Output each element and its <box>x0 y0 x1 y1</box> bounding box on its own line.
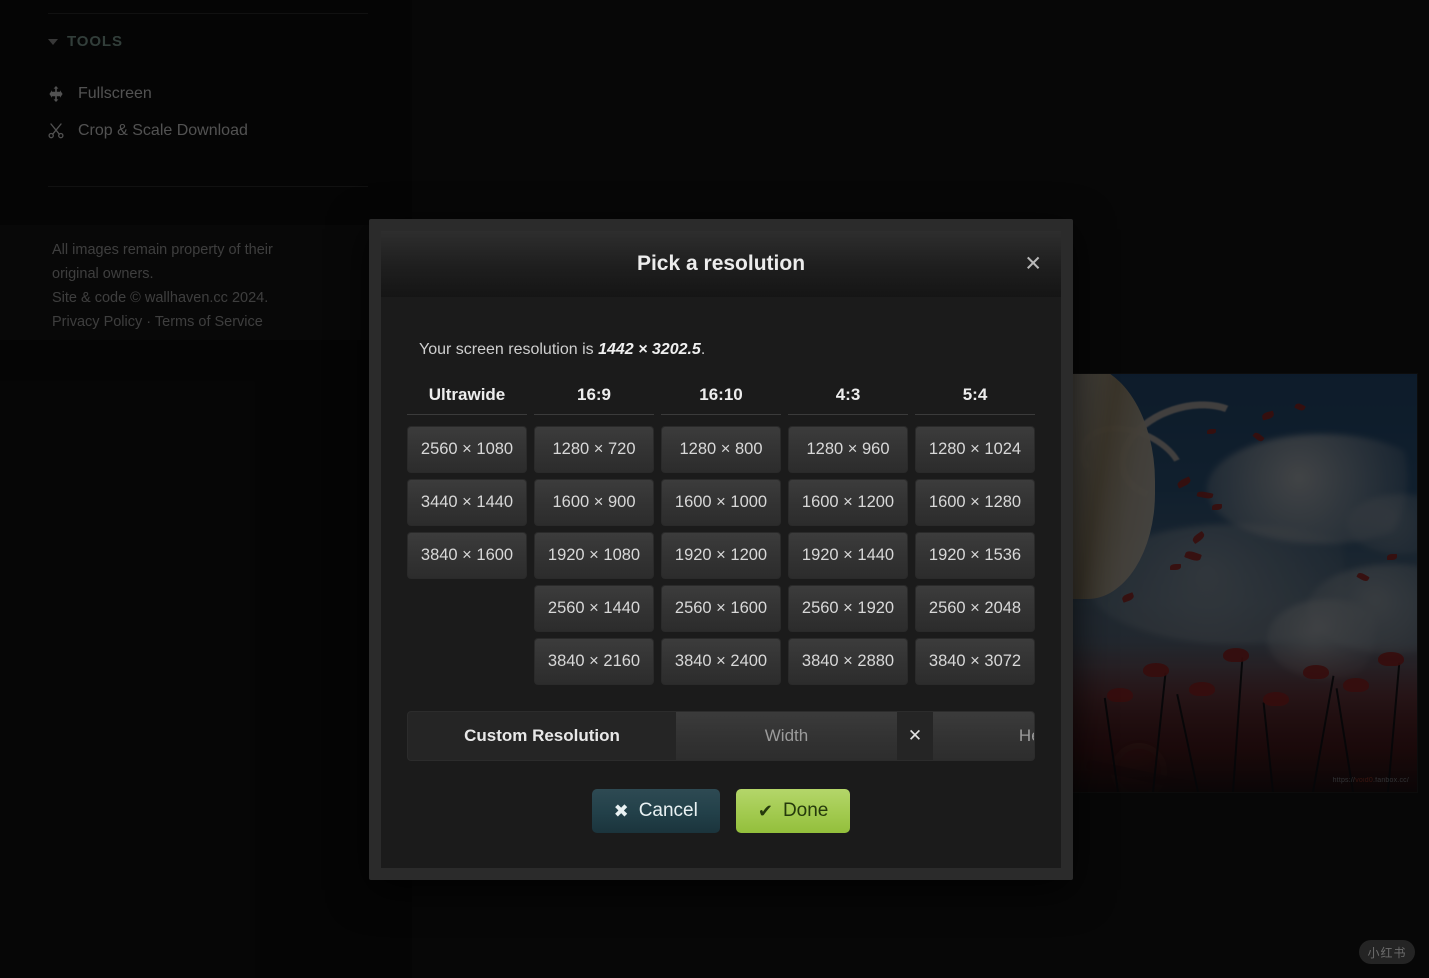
resolution-option[interactable]: 1920 × 1080 <box>534 532 654 579</box>
column-header-16-10: 16:10 <box>661 385 781 415</box>
resolution-option[interactable]: 2560 × 1600 <box>661 585 781 632</box>
cancel-button-label: Cancel <box>638 800 698 821</box>
resolution-option[interactable]: 2560 × 1440 <box>534 585 654 632</box>
dialog-inner-panel: Pick a resolution ✕ Your screen resoluti… <box>381 231 1061 868</box>
close-x-icon: ✖ <box>613 800 629 822</box>
dialog-header: Pick a resolution ✕ <box>381 231 1061 297</box>
screen-res-prefix: Your screen resolution is <box>419 341 599 358</box>
resolution-option[interactable]: 1280 × 960 <box>788 426 908 473</box>
dialog-title: Pick a resolution <box>636 252 806 275</box>
custom-width-input[interactable] <box>676 712 897 760</box>
resolution-option[interactable]: 3440 × 1440 <box>407 479 527 526</box>
resolution-option[interactable]: 1280 × 800 <box>661 426 781 473</box>
resolution-option[interactable]: 1280 × 720 <box>534 426 654 473</box>
resolution-option[interactable]: 1280 × 1024 <box>915 426 1035 473</box>
done-button[interactable]: ✔ Done <box>735 789 851 833</box>
resolution-option[interactable]: 1920 × 1536 <box>915 532 1035 579</box>
resolution-option[interactable]: 3840 × 2880 <box>788 638 908 685</box>
checkmark-icon: ✔ <box>757 800 773 822</box>
custom-resolution-label: Custom Resolution <box>464 726 620 745</box>
resolution-option[interactable]: 2560 × 2048 <box>915 585 1035 632</box>
custom-height-input[interactable] <box>933 712 1034 760</box>
resolution-option[interactable]: 1600 × 900 <box>534 479 654 526</box>
pick-resolution-dialog: Pick a resolution ✕ Your screen resoluti… <box>369 219 1073 880</box>
resolution-option[interactable]: 1600 × 1000 <box>661 479 781 526</box>
resolution-option[interactable]: 3840 × 2400 <box>661 638 781 685</box>
resolution-option[interactable]: 3840 × 3072 <box>915 638 1035 685</box>
resolution-cell-empty <box>407 638 527 685</box>
column-header-4-3: 4:3 <box>788 385 908 415</box>
resolution-option[interactable]: 3840 × 2160 <box>534 638 654 685</box>
dimension-separator-icon: ✕ <box>907 726 923 746</box>
dialog-body: Your screen resolution is 1442 × 3202.5.… <box>381 297 1061 833</box>
custom-resolution-row: Custom Resolution ✕ <box>407 711 1035 761</box>
resolution-cell-empty <box>407 585 527 632</box>
resolution-grid: Ultrawide 16:9 16:10 4:3 5:4 2560 × 1080… <box>407 385 1035 685</box>
resolution-option[interactable]: 2560 × 1080 <box>407 426 527 473</box>
column-header-16-9: 16:9 <box>534 385 654 415</box>
done-button-label: Done <box>782 800 829 821</box>
column-header-ultrawide: Ultrawide <box>407 385 527 415</box>
resolution-option[interactable]: 1600 × 1200 <box>788 479 908 526</box>
resolution-option[interactable]: 1600 × 1280 <box>915 479 1035 526</box>
cancel-button[interactable]: ✖ Cancel <box>591 789 720 833</box>
status-badge: 小红书 <box>1359 940 1415 964</box>
screen-res-value: 1442 × 3202.5 <box>598 341 701 358</box>
page-root: https://void0.fanbox.cc/ TOOLS Fullscree… <box>0 0 1429 978</box>
close-icon[interactable]: ✕ <box>1024 253 1042 275</box>
resolution-option[interactable]: 1920 × 1440 <box>788 532 908 579</box>
screen-res-suffix: . <box>700 341 706 358</box>
resolution-option[interactable]: 1920 × 1200 <box>661 532 781 579</box>
column-header-5-4: 5:4 <box>915 385 1035 415</box>
dialog-actions: ✖ Cancel ✔ Done <box>407 789 1035 833</box>
resolution-option[interactable]: 3840 × 1600 <box>407 532 527 579</box>
resolution-option[interactable]: 2560 × 1920 <box>788 585 908 632</box>
screen-resolution-note: Your screen resolution is 1442 × 3202.5. <box>419 341 1035 359</box>
